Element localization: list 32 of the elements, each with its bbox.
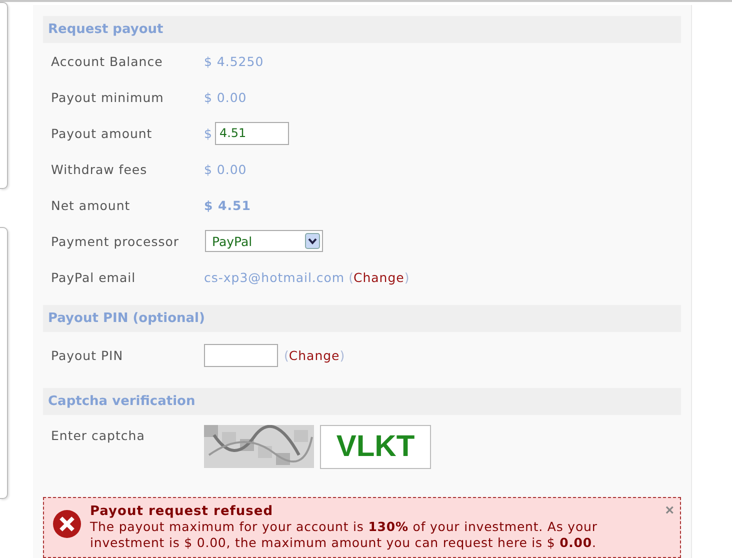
change-link[interactable]: Change [288, 348, 340, 362]
change-link[interactable]: Change [354, 270, 404, 284]
amount-input[interactable]: 4.51 [215, 122, 290, 144]
pin-input[interactable] [204, 344, 278, 366]
currency-symbol: $ [204, 126, 212, 140]
value-text: $ 4.5250 [204, 54, 264, 68]
field-label: Payout amount [50, 126, 154, 140]
field-label: Payment processor [50, 234, 180, 248]
value-text: $ 0.00 [204, 162, 247, 176]
paren: ( [284, 348, 289, 362]
value-text: $ 4.51 [204, 198, 251, 212]
field-label: Withdraw fees [50, 162, 148, 176]
field-label: Payout PIN [50, 348, 124, 362]
field-label: Enter captcha [50, 428, 146, 443]
field-label: PayPal email [50, 270, 137, 284]
captcha-input[interactable]: VLKT [320, 425, 431, 469]
alert-title: Payout request refused [90, 504, 274, 519]
section-header: Request payout [43, 16, 681, 43]
section-header: Captcha verification [43, 388, 681, 415]
processor-select[interactable]: PayPal [205, 230, 323, 252]
field-label: Payout minimum [50, 90, 165, 104]
alert-message: The payout maximum for your account is 130% of your investment. As your investment is $ 0.00, the maximum amount you can request here is $ 0.00. [90, 519, 598, 551]
paren: ( [348, 270, 354, 284]
value-text: $ 0.00 [204, 90, 247, 104]
caret-icon [305, 233, 320, 249]
section-header: Payout PIN (optional) [43, 305, 681, 332]
error-icon [52, 509, 82, 539]
email-text: cs-xp3@hotmail.com [204, 270, 345, 284]
paren: ) [340, 348, 345, 362]
field-label: Account Balance [50, 54, 164, 68]
paren: ) [404, 270, 410, 284]
field-label: Net amount [50, 198, 132, 212]
